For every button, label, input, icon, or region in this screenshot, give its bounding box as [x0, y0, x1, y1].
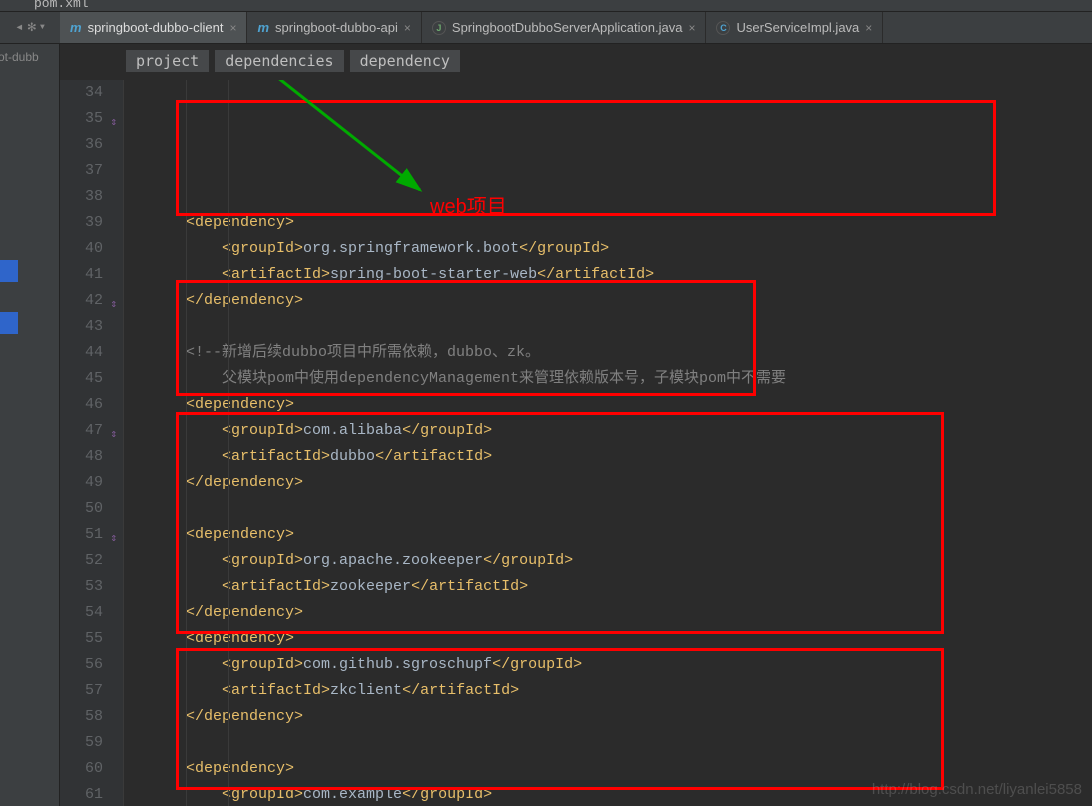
code-line[interactable]: <artifactId>spring-boot-starter-web</art… [150, 262, 1092, 288]
project-label: ot-dubb [0, 50, 39, 64]
code-line[interactable]: 父模块pom中使用dependencyManagement来管理依赖版本号，子模… [150, 366, 1092, 392]
project-sidebar[interactable]: ot-dubb [0, 44, 60, 806]
crumb-project[interactable]: project [126, 50, 209, 72]
tab-label: UserServiceImpl.java [736, 20, 859, 35]
code-line[interactable]: <artifactId>dubbo</artifactId> [150, 444, 1092, 470]
code-line[interactable]: <groupId>com.alibaba</groupId> [150, 418, 1092, 444]
tab-server-application[interactable]: J SpringbootDubboServerApplication.java … [422, 12, 707, 43]
java-icon: J [432, 21, 446, 35]
editor: project dependencies dependency 34353637… [60, 44, 1092, 806]
code-line[interactable]: </dependency> [150, 470, 1092, 496]
maven-icon: m [70, 20, 82, 35]
code-line[interactable]: <dependency> [150, 522, 1092, 548]
code-line[interactable]: <dependency> [150, 626, 1092, 652]
gear-icon[interactable]: ✻ [28, 19, 36, 36]
crumb-dependency[interactable]: dependency [350, 50, 460, 72]
code-line[interactable]: <artifactId>zkclient</artifactId> [150, 678, 1092, 704]
code-line[interactable] [150, 730, 1092, 756]
close-icon[interactable]: × [865, 21, 872, 35]
code-line[interactable]: <groupId>org.springframework.boot</group… [150, 236, 1092, 262]
bookmark-marker [0, 312, 18, 334]
back-icon[interactable]: ◂ [15, 19, 23, 36]
tab-springboot-dubbo-api[interactable]: m springboot-dubbo-api × [247, 12, 421, 43]
close-icon[interactable]: × [404, 21, 411, 35]
toolbar-left-icons: ◂ ✻ ▼ [0, 19, 60, 36]
tab-label: springboot-dubbo-client [88, 20, 224, 35]
code-line[interactable]: <dependency> [150, 756, 1092, 782]
code-line[interactable]: <!--新增后续dubbo项目中所需依赖，dubbo、zk。 [150, 340, 1092, 366]
tab-label: springboot-dubbo-api [275, 20, 398, 35]
close-icon[interactable]: × [688, 21, 695, 35]
code-line[interactable]: </dependency> [150, 288, 1092, 314]
code-line[interactable] [150, 314, 1092, 340]
code-line[interactable]: <dependency> [150, 392, 1092, 418]
code-line[interactable] [150, 184, 1092, 210]
file-tab-label: pom.xml [34, 0, 89, 11]
close-icon[interactable]: × [229, 21, 236, 35]
tab-label: SpringbootDubboServerApplication.java [452, 20, 683, 35]
code-line[interactable]: </dependency> [150, 600, 1092, 626]
bookmark-marker [0, 260, 18, 282]
code-line[interactable]: <groupId>com.github.sgroschupf</groupId> [150, 652, 1092, 678]
crumb-dependencies[interactable]: dependencies [215, 50, 343, 72]
maven-icon: m [257, 20, 269, 35]
class-icon: C [716, 21, 730, 35]
title-bar: pom.xml [0, 0, 1092, 12]
code-line[interactable]: </dependency> [150, 704, 1092, 730]
code-area[interactable]: 3435363738394041424344454647484950515253… [60, 80, 1092, 806]
dropdown-icon[interactable]: ▼ [40, 23, 45, 32]
code-line[interactable]: <groupId>org.apache.zookeeper</groupId> [150, 548, 1092, 574]
code-line[interactable]: <dependency> [150, 210, 1092, 236]
code-line[interactable]: <artifactId>zookeeper</artifactId> [150, 574, 1092, 600]
breadcrumbs: project dependencies dependency [60, 44, 1092, 80]
tab-springboot-dubbo-client[interactable]: m springboot-dubbo-client × [60, 12, 247, 43]
tab-userservice-impl[interactable]: C UserServiceImpl.java × [706, 12, 883, 43]
code-content[interactable]: <dependency> <groupId>org.springframewor… [124, 80, 1092, 806]
toolbar: ◂ ✻ ▼ m springboot-dubbo-client × m spri… [0, 12, 1092, 44]
code-line[interactable]: <groupId>com.example</groupId> [150, 782, 1092, 806]
line-gutter: 3435363738394041424344454647484950515253… [60, 80, 124, 806]
code-line[interactable] [150, 496, 1092, 522]
editor-tabs: m springboot-dubbo-client × m springboot… [60, 12, 883, 43]
